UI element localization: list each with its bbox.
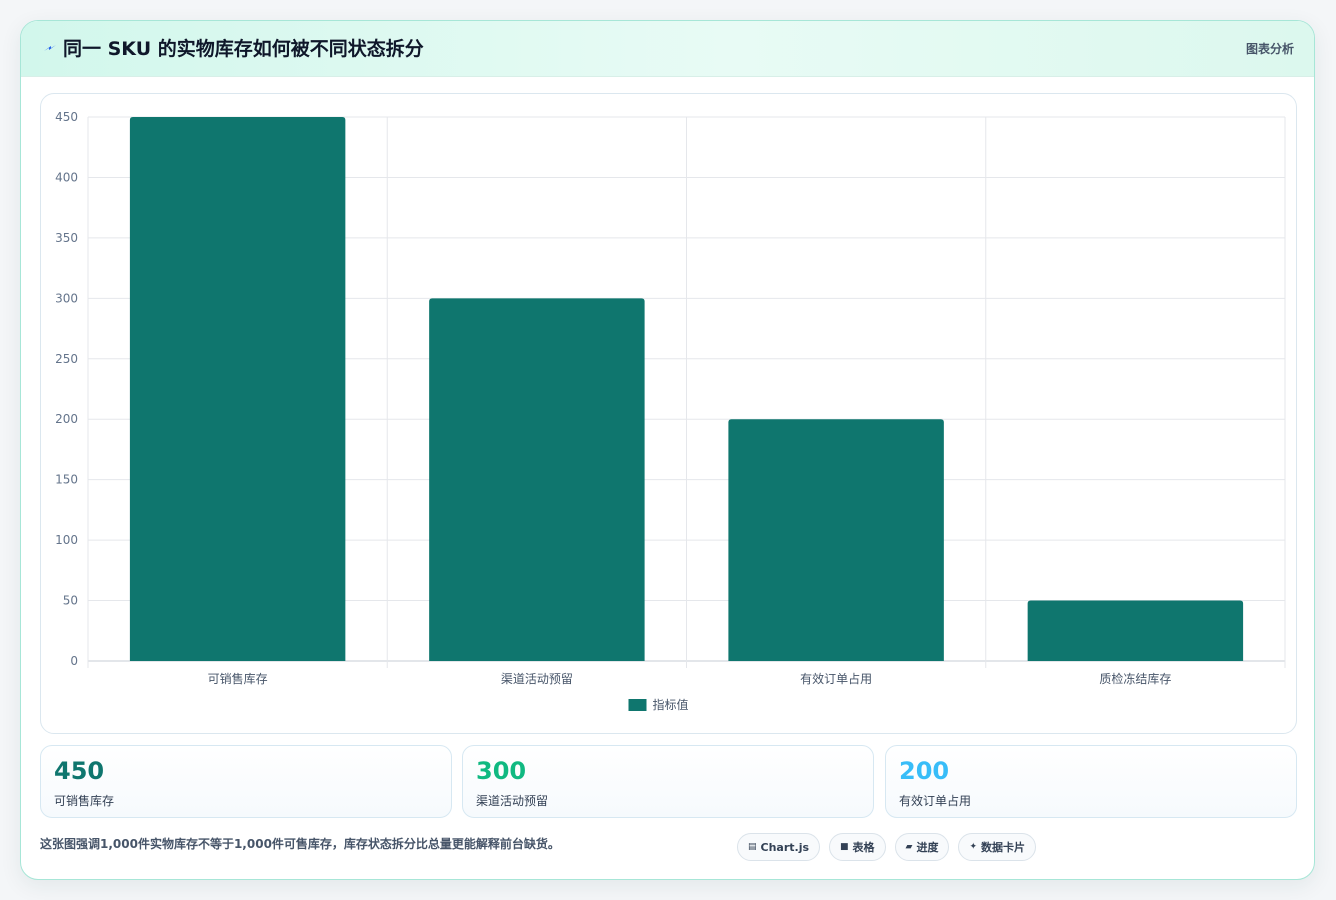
feature-chips: ▤ Chart.js ■ 表格 ▰ 进度 ✦ 数据卡片 xyxy=(737,833,1037,861)
y-tick-label: 300 xyxy=(55,291,78,305)
sparkle-icon: ✦ xyxy=(969,842,978,852)
legend-label: 指标值 xyxy=(653,697,689,712)
bar xyxy=(129,117,346,661)
bar-chart: 0 50 100 150 200 250 300 350 400 450 可销售库存 渠道活动预留 有效… xyxy=(55,110,1286,712)
lightning-icon xyxy=(44,45,56,51)
stat-card-channel-reserved: 300 渠道活动预留 xyxy=(462,745,874,818)
y-tick-label: 200 xyxy=(55,412,78,426)
y-tick-label: 250 xyxy=(55,352,78,366)
legend-swatch xyxy=(628,699,647,711)
bar xyxy=(728,419,944,661)
stat-label: 渠道活动预留 xyxy=(476,794,549,808)
chip-progress[interactable]: ▰ 进度 xyxy=(894,833,950,861)
progress-icon: ▰ xyxy=(905,842,913,852)
chart-icon: ▤ xyxy=(748,842,757,852)
table-icon: ■ xyxy=(840,842,849,852)
chip-chartjs[interactable]: ▤ Chart.js xyxy=(737,833,821,861)
bar xyxy=(429,298,645,661)
chart-card: 同一 SKU 的实物库存如何被不同状态拆分 图表分析 0 50 100 150 200 2… xyxy=(20,20,1315,880)
chip-label: 表格 xyxy=(852,841,875,854)
y-tick-label: 350 xyxy=(55,231,78,245)
y-tick-label: 450 xyxy=(55,110,78,124)
chart-note: 这张图强调1,000件实物库存不等于1,000件可售库存，库存状态拆分比总量更能… xyxy=(40,837,560,851)
stat-label: 可销售库存 xyxy=(54,794,115,808)
card-header: 同一 SKU 的实物库存如何被不同状态拆分 图表分析 xyxy=(21,21,1314,77)
y-tick-label: 50 xyxy=(63,594,78,608)
chip-data-card[interactable]: ✦ 数据卡片 xyxy=(958,833,1037,861)
stat-value: 450 xyxy=(54,757,105,785)
stat-card-order-occupied: 200 有效订单占用 xyxy=(885,745,1297,818)
chart-analysis-tag: 图表分析 xyxy=(1245,42,1294,56)
y-tick-label: 400 xyxy=(55,170,78,184)
stat-value: 200 xyxy=(899,757,950,785)
x-tick-label: 有效订单占用 xyxy=(800,671,872,686)
chip-label: 数据卡片 xyxy=(981,841,1026,854)
chart-title: 同一 SKU 的实物库存如何被不同状态拆分 xyxy=(63,38,424,60)
chip-label: Chart.js xyxy=(760,840,810,854)
bar xyxy=(1027,600,1244,661)
x-tick-label: 可销售库存 xyxy=(208,671,268,686)
y-tick-label: 0 xyxy=(70,654,78,668)
stat-card-sellable: 450 可销售库存 xyxy=(40,745,452,818)
y-tick-label: 150 xyxy=(55,473,78,487)
y-tick-label: 100 xyxy=(55,533,78,547)
chip-label: 进度 xyxy=(916,841,939,854)
chart-area: 0 50 100 150 200 250 300 350 400 450 可销售库存 渠道活动预留 有效… xyxy=(40,93,1297,734)
x-tick-label: 质检冻结库存 xyxy=(1099,671,1171,686)
x-tick-label: 渠道活动预留 xyxy=(501,672,573,686)
stat-label: 有效订单占用 xyxy=(899,794,972,808)
chip-table[interactable]: ■ 表格 xyxy=(829,833,886,861)
stat-value: 300 xyxy=(476,757,527,785)
